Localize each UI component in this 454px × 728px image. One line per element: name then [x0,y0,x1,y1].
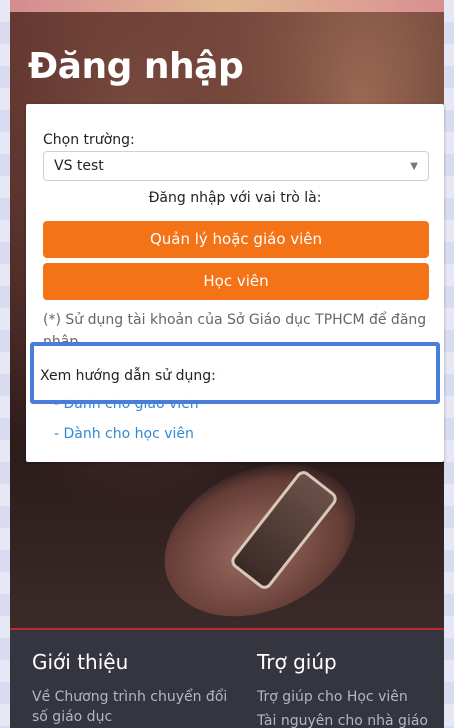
footer-about-link[interactable]: Về Chương trình chuyển đổi số giáo dục [32,687,232,727]
role-label: Đăng nhập với vai trò là: [148,190,322,206]
dropdown-arrow-icon: ▼ [410,161,418,172]
footer-help-link-students[interactable]: Trợ giúp cho Học viên [257,687,408,707]
guide-link-student[interactable]: - Dành cho học viên [54,426,194,442]
footer: Giới thiệu Về Chương trình chuyển đổi số… [10,628,444,728]
footer-help-link-teachers[interactable]: Tài nguyên cho nhà giáo [257,711,428,728]
footer-help-title: Trợ giúp [257,650,337,674]
login-card: Chọn trường: VS test ▼ Đăng nhập với vai… [26,104,444,462]
decorative-top-band [10,0,444,12]
page-title: Đăng nhập [28,46,244,87]
school-label: Chọn trường: [43,132,135,148]
teacher-login-button[interactable]: Quản lý hoặc giáo viên [43,221,429,258]
footer-about-title: Giới thiệu [32,650,129,674]
highlight-guide-label: Xem hướng dẫn sử dụng: [40,368,216,384]
guide-highlight-box: Xem hướng dẫn sử dụng: [30,342,440,404]
student-login-button[interactable]: Học viên [43,263,429,300]
school-select-value: VS test [54,158,104,174]
login-screen: Đăng nhập Chọn trường: VS test ▼ Đăng nh… [0,0,454,728]
school-select[interactable]: VS test ▼ [43,151,429,181]
